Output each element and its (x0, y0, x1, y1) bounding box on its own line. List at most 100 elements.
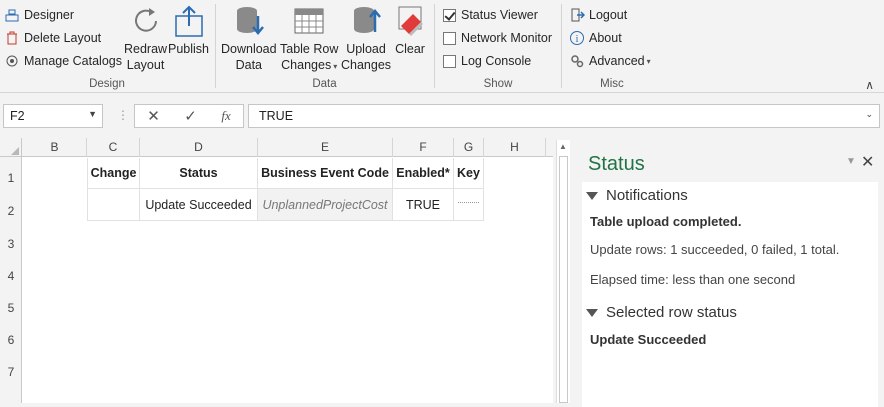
expand-formula-icon[interactable]: ⌄ (865, 109, 873, 120)
col-header-c[interactable]: C (87, 138, 140, 157)
scroll-up-icon[interactable]: ▲ (559, 142, 567, 151)
collapse-triangle-icon (586, 191, 598, 200)
log-console-label: Log Console (461, 54, 532, 68)
selected-row-value: Update Succeeded (590, 332, 707, 347)
log-console-checkbox[interactable]: Log Console (443, 51, 531, 71)
formula-input[interactable]: TRUE ⌄ (248, 104, 880, 128)
header-business-event-code[interactable]: Business Event Code (258, 158, 393, 189)
cell-business-event-code[interactable]: UnplannedProjectCost (258, 189, 393, 221)
chevron-down-icon[interactable]: ▼ (88, 109, 97, 119)
select-all-corner[interactable] (0, 138, 22, 157)
design-group: Designer Delete Layout Manage Catalogs R… (0, 0, 214, 93)
data-group: Download Data Table Row Changes ▾ Upload … (216, 0, 433, 93)
logout-button[interactable]: Logout (569, 5, 627, 25)
col-header-b[interactable]: B (23, 138, 87, 157)
selected-row-section-header[interactable]: Selected row status (586, 304, 737, 321)
header-enabled[interactable]: Enabled* (393, 158, 454, 189)
publish-button[interactable]: Publish (168, 4, 209, 57)
delete-layout-label: Delete Layout (24, 31, 102, 45)
cancel-icon[interactable]: ✕ (147, 107, 160, 125)
redraw-layout-button[interactable]: Redraw Layout (124, 4, 167, 73)
pane-options-icon[interactable]: ▼ (846, 156, 856, 167)
row-header-6[interactable]: 6 (0, 333, 22, 347)
advanced-label: Advanced (589, 54, 645, 68)
network-monitor-checkbox[interactable]: Network Monitor (443, 28, 552, 48)
redraw-label-2: Layout (126, 58, 165, 72)
col-header-d[interactable]: D (140, 138, 258, 157)
upload-changes-button[interactable]: Upload Changes (341, 4, 391, 73)
tablerow-label-2: Changes ▾ (281, 57, 337, 75)
grid-scrollbar[interactable]: ▲ (556, 140, 570, 403)
col-header-h[interactable]: H (484, 138, 546, 157)
upload-label-1: Upload (346, 42, 386, 56)
selected-row-heading: Selected row status (606, 304, 737, 321)
enter-check-icon[interactable]: ✓ (184, 107, 197, 125)
info-icon: i (569, 30, 585, 46)
ribbon: Designer Delete Layout Manage Catalogs R… (0, 0, 884, 93)
data-group-label: Data (312, 78, 337, 90)
designer-label: Designer (24, 8, 75, 22)
publish-label: Publish (168, 42, 209, 56)
tablerow-label-1: Table Row (280, 42, 339, 56)
manage-catalogs-button[interactable]: Manage Catalogs (4, 51, 122, 71)
clear-button[interactable]: Clear (393, 4, 427, 57)
drag-handle-icon[interactable]: ⋮ (117, 108, 129, 122)
designer-button[interactable]: Designer (4, 5, 74, 25)
gears-icon (569, 53, 585, 69)
about-button[interactable]: i About (569, 28, 622, 48)
delete-layout-button[interactable]: Delete Layout (4, 28, 101, 48)
header-key[interactable]: Key (454, 158, 484, 189)
row-header-1[interactable]: 1 (0, 171, 22, 185)
notification-message: Table upload completed. (590, 214, 742, 229)
elapsed-time: Elapsed time: less than one second (590, 272, 796, 287)
download-data-button[interactable]: Download Data (221, 4, 277, 73)
logout-label: Logout (589, 8, 628, 22)
checkbox-checked-icon (443, 8, 456, 22)
misc-group-label: Misc (600, 78, 624, 90)
about-label: About (589, 31, 622, 45)
cell-key[interactable] (454, 189, 484, 221)
status-viewer-checkbox[interactable]: Status Viewer (443, 5, 538, 25)
row-headers: 1 2 3 4 5 6 7 (0, 157, 22, 403)
manage-catalogs-label: Manage Catalogs (24, 54, 122, 68)
notifications-heading: Notifications (606, 187, 688, 204)
name-box[interactable]: F2 ▼ (3, 104, 103, 128)
row-header-4[interactable]: 4 (0, 269, 22, 283)
cell-change[interactable] (87, 189, 140, 221)
trash-icon (4, 30, 20, 46)
col-header-g[interactable]: G (454, 138, 484, 157)
spreadsheet-grid[interactable]: B C D E F G H 1 2 3 4 5 6 7 Change Statu… (0, 138, 553, 403)
header-status[interactable]: Status (140, 158, 258, 189)
row-header-5[interactable]: 5 (0, 301, 22, 315)
name-box-value: F2 (10, 109, 25, 123)
download-label-2: Data (235, 58, 262, 72)
row-header-7[interactable]: 7 (0, 365, 22, 379)
col-header-f[interactable]: F (393, 138, 454, 157)
collapse-ribbon-icon[interactable]: ∧ (865, 78, 874, 92)
upload-label-2: Changes (341, 58, 392, 72)
row-header-3[interactable]: 3 (0, 237, 22, 251)
database-upload-icon (349, 4, 383, 38)
dropdown-caret-icon: ▾ (333, 62, 338, 71)
status-viewer-label: Status Viewer (461, 8, 538, 22)
row-header-2[interactable]: 2 (0, 204, 22, 218)
eraser-icon (393, 4, 427, 38)
header-change[interactable]: Change (87, 158, 140, 189)
misc-group: Logout i About Advanced ▾ Misc (562, 0, 662, 93)
advanced-button[interactable]: Advanced ▾ (569, 51, 651, 71)
show-group: Status Viewer Network Monitor Log Consol… (435, 0, 561, 93)
status-pane-title: Status (588, 153, 645, 175)
table-icon (292, 4, 326, 38)
cell-status[interactable]: Update Succeeded (140, 189, 258, 221)
cell-enabled[interactable]: TRUE (393, 189, 454, 221)
notifications-section-header[interactable]: Notifications (586, 187, 688, 204)
scrollbar-thumb[interactable] (559, 156, 568, 403)
formula-actions: ✕ ✓ fx (134, 104, 244, 128)
update-rows-summary: Update rows: 1 succeeded, 0 failed, 1 to… (590, 242, 840, 257)
table-row-changes-button[interactable]: Table Row Changes ▾ (280, 4, 338, 75)
col-header-e[interactable]: E (258, 138, 393, 157)
insert-function-icon[interactable]: fx (221, 108, 230, 124)
column-headers: B C D E F G H (0, 138, 553, 157)
close-icon[interactable]: ✕ (861, 152, 874, 172)
catalog-icon (4, 53, 20, 69)
